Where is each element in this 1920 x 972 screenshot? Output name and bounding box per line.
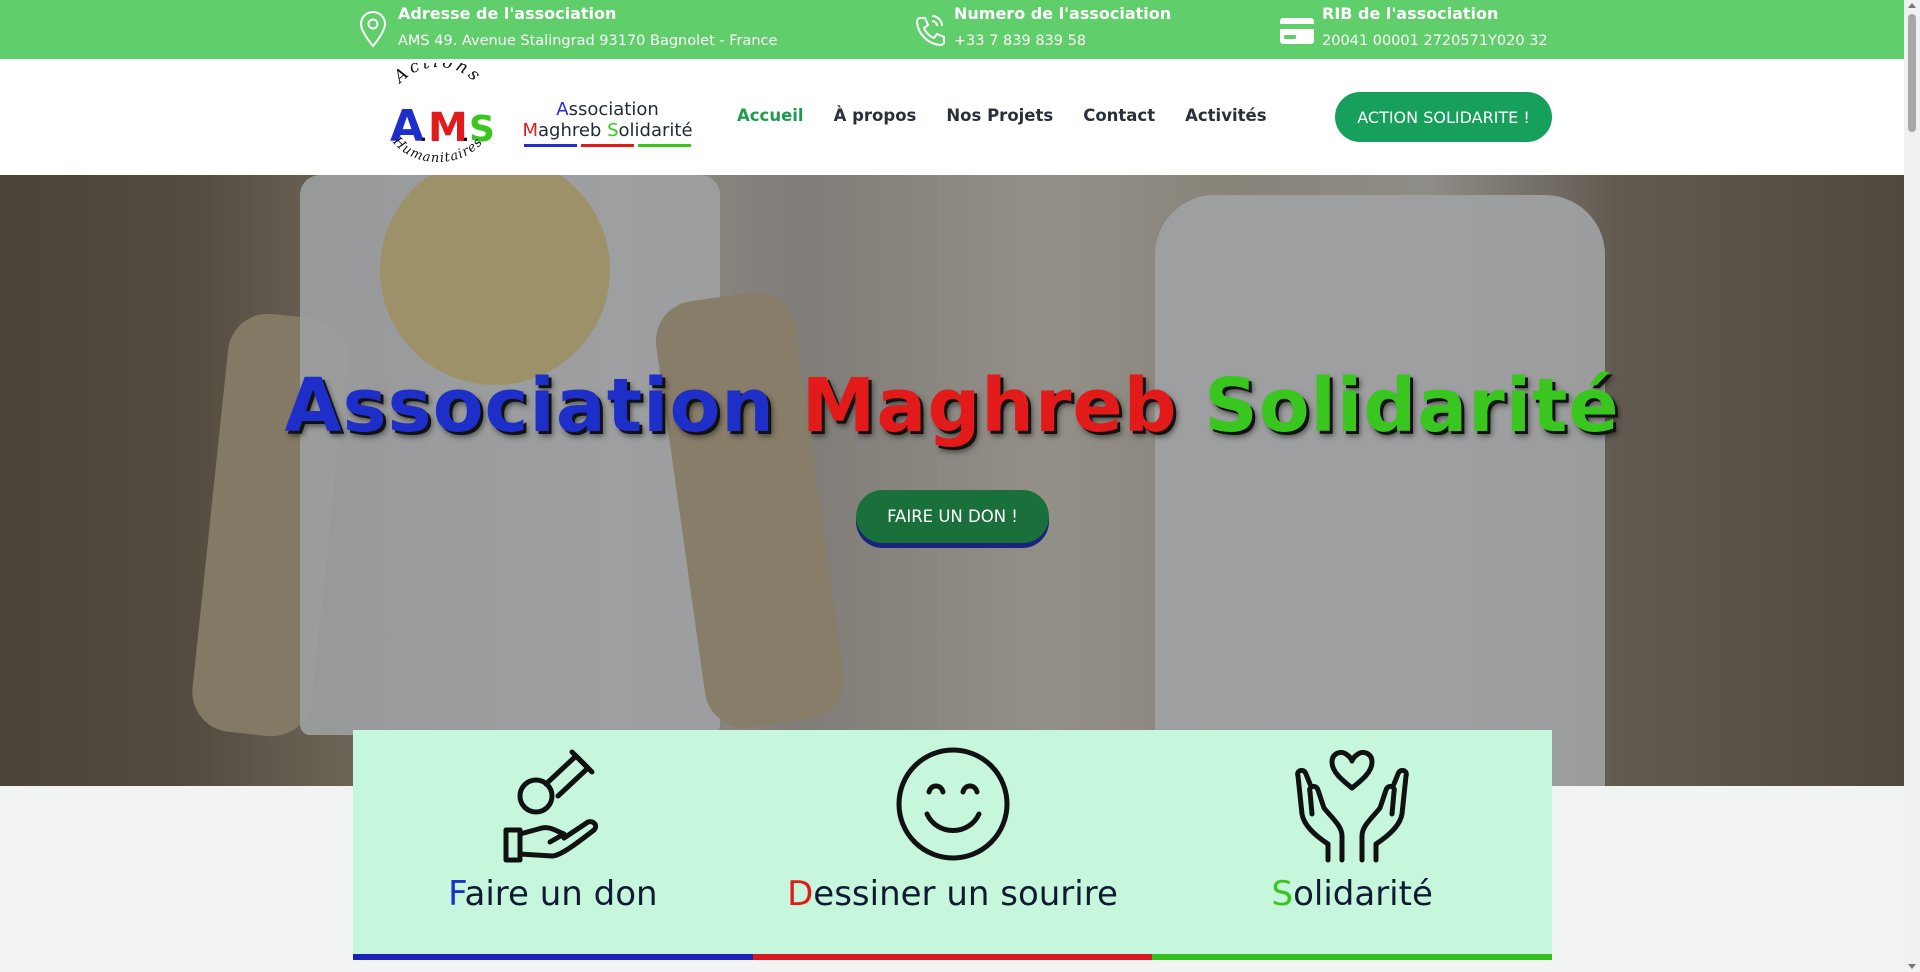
- scroll-up-icon[interactable]: [1908, 3, 1916, 8]
- credit-card-icon: [1280, 18, 1314, 44]
- scrollbar-thumb[interactable]: [1908, 14, 1916, 132]
- nav-accueil[interactable]: Accueil: [737, 106, 804, 125]
- nav-a-propos[interactable]: À propos: [834, 106, 917, 125]
- rib-info: RIB de l'association 20041 00001 2720571…: [1280, 4, 1548, 51]
- top-info-bar: Adresse de l'association AMS 49. Avenue …: [0, 0, 1904, 59]
- nav-activites[interactable]: Activités: [1185, 106, 1266, 125]
- phone-value: +33 7 839 839 58: [954, 33, 1087, 49]
- scroll-down-icon[interactable]: [1908, 964, 1916, 969]
- address-value: AMS 49. Avenue Stalingrad 93170 Bagnolet…: [398, 33, 778, 49]
- svg-text:.: .: [420, 125, 427, 146]
- hero-title: Association Maghreb Solidarité: [284, 363, 1620, 449]
- brand-line1: Association: [556, 99, 659, 120]
- phone-icon: [915, 15, 945, 47]
- nav-contact[interactable]: Contact: [1083, 106, 1155, 125]
- feature-title: Faire un don: [448, 874, 658, 914]
- feature-underline-green: [1152, 954, 1553, 960]
- ams-logo[interactable]: Actions A . M . S Humanitaires: [378, 63, 498, 171]
- hero-overlay: [0, 175, 1904, 786]
- address-info: Adresse de l'association AMS 49. Avenue …: [356, 4, 777, 51]
- map-pin-icon: [359, 11, 387, 48]
- address-title: Adresse de l'association: [398, 4, 617, 23]
- feature-underline-blue: [353, 954, 753, 960]
- rib-value: 20041 00001 2720571Y020 32: [1322, 33, 1548, 49]
- brand-name[interactable]: Association Maghreb Solidarité: [520, 99, 695, 147]
- feature-title: Dessiner un sourire: [787, 874, 1118, 914]
- main-nav: Accueil À propos Nos Projets Contact Act…: [737, 106, 1267, 125]
- brand-line2: Maghreb Solidarité: [522, 120, 693, 141]
- rib-title: RIB de l'association: [1322, 4, 1499, 23]
- smile-icon: [896, 747, 1009, 861]
- hand-coin-icon: [503, 749, 598, 863]
- hero-banner: Association Maghreb Solidarité FAIRE UN …: [0, 175, 1904, 786]
- feature-solidarite[interactable]: Solidarité: [1152, 730, 1553, 960]
- feature-title: Solidarité: [1271, 874, 1433, 914]
- page-scrollbar[interactable]: [1904, 0, 1920, 972]
- feature-dessiner-un-sourire[interactable]: Dessiner un sourire: [752, 730, 1153, 960]
- features-row: Faire un don Dessiner un sourire Solidar…: [353, 730, 1553, 960]
- heart-hands-icon: [1295, 749, 1409, 863]
- donate-button[interactable]: FAIRE UN DON !: [856, 490, 1049, 543]
- feature-underline-red: [752, 954, 1153, 960]
- svg-text:Actions: Actions: [389, 63, 486, 89]
- phone-title: Numero de l'association: [954, 4, 1172, 23]
- site-header: Actions A . M . S Humanitaires Associati…: [0, 59, 1904, 175]
- action-solidarite-button[interactable]: ACTION SOLIDARITE !: [1335, 92, 1552, 142]
- phone-info: Numero de l'association +33 7 839 839 58: [912, 4, 1171, 51]
- nav-nos-projets[interactable]: Nos Projets: [946, 106, 1053, 125]
- page: Adresse de l'association AMS 49. Avenue …: [0, 0, 1920, 972]
- feature-faire-un-don[interactable]: Faire un don: [353, 730, 753, 960]
- brand-color-bars: [524, 144, 691, 147]
